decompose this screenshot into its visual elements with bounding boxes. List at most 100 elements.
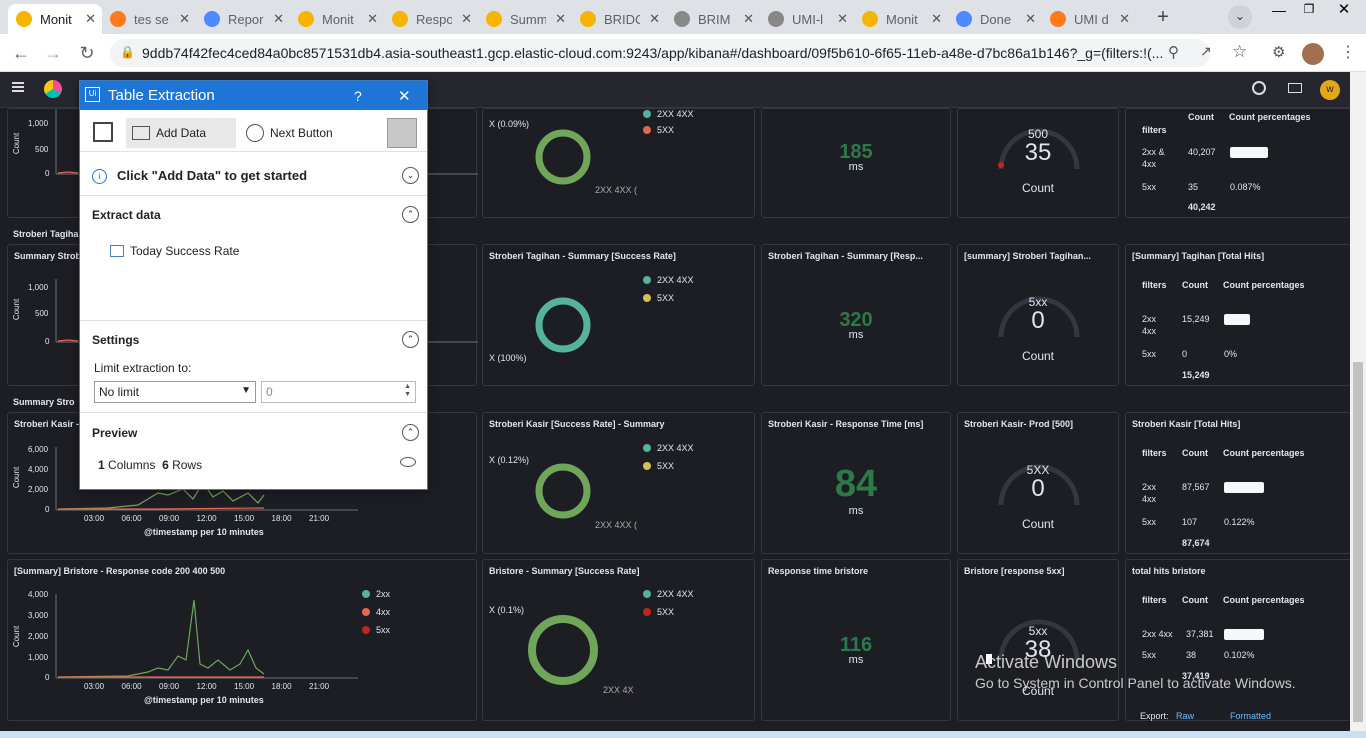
tab-title: BRIM	[698, 11, 731, 27]
kibana-logo-icon[interactable]	[44, 80, 62, 98]
tab-close-icon[interactable]: ✕	[931, 11, 942, 27]
x-tick: 12:00	[196, 514, 217, 523]
help-icon[interactable]	[1252, 81, 1266, 95]
tab-close-icon[interactable]: ✕	[367, 11, 378, 27]
tab-close-icon[interactable]: ✕	[85, 11, 96, 27]
legend-item[interactable]: 2XX 4XX	[643, 275, 694, 285]
table-header[interactable]: filters	[1142, 125, 1167, 135]
tab-close-icon[interactable]: ✕	[743, 11, 754, 27]
url-text[interactable]: 9ddb74f42fec4ced84a0bc8571531db4.asia-so…	[142, 45, 1163, 61]
browser-tab[interactable]: Respo ✕	[384, 4, 478, 34]
browser-tab[interactable]: BRIDC ✕	[572, 4, 666, 34]
section-extract-data: Extract data	[92, 208, 161, 222]
table-header[interactable]: Count percentages	[1223, 280, 1305, 290]
browser-tab[interactable]: UMI-l ✕	[760, 4, 854, 34]
extract-item[interactable]: Today Success Rate	[110, 244, 239, 258]
export-raw-link[interactable]: Raw	[1176, 711, 1194, 721]
tab-title: UMI d	[1074, 11, 1109, 27]
tab-favicon-icon	[298, 11, 314, 27]
tab-close-icon[interactable]: ✕	[273, 11, 284, 27]
forward-button[interactable]: →	[40, 41, 66, 65]
minimize-button[interactable]: —	[1264, 2, 1294, 20]
percentage-bar	[1224, 629, 1264, 640]
chevron-up-icon[interactable]: ⌃	[402, 331, 419, 348]
maximize-button[interactable]: ❐	[1294, 2, 1324, 20]
browser-tab[interactable]: UMI d ✕	[1042, 4, 1136, 34]
tab-close-icon[interactable]: ✕	[461, 11, 472, 27]
table-header[interactable]: filters	[1142, 595, 1167, 605]
table-header[interactable]: Count	[1188, 112, 1214, 122]
browser-tab[interactable]: Monit ✕	[854, 4, 948, 34]
table-header[interactable]: Count percentages	[1223, 448, 1305, 458]
table-header[interactable]: Count percentages	[1223, 595, 1305, 605]
table-total: 87,674	[1182, 538, 1210, 548]
profile-avatar[interactable]	[1302, 43, 1324, 65]
share-icon[interactable]: ↗	[1200, 43, 1212, 60]
chevron-up-icon[interactable]: ⌃	[402, 206, 419, 223]
table-header[interactable]: Count	[1182, 280, 1208, 290]
new-tab-button[interactable]: +	[1152, 6, 1174, 28]
legend-item[interactable]: 4xx	[362, 607, 390, 617]
browser-tab[interactable]: Done ✕	[948, 4, 1042, 34]
export-formatted-link[interactable]: Formatted	[1230, 711, 1271, 721]
response-time-value: 84	[834, 463, 878, 505]
close-dialog-button[interactable]: ✕	[398, 87, 411, 105]
table-header[interactable]: Count percentages	[1229, 112, 1311, 122]
tab-close-icon[interactable]: ✕	[1119, 11, 1130, 27]
legend-item[interactable]: 5XX	[643, 293, 674, 303]
extensions-icon[interactable]: ⚙	[1272, 43, 1285, 61]
tab-close-icon[interactable]: ✕	[1025, 11, 1036, 27]
mail-icon[interactable]	[1288, 83, 1302, 93]
close-window-button[interactable]: ✕	[1324, 0, 1364, 18]
browser-tab[interactable]: Monit ✕	[290, 4, 384, 34]
omnibox[interactable]: 🔒 9ddb74f42fec4ced84a0bc8571531db4.asia-…	[110, 39, 1212, 67]
page-scrollbar[interactable]	[1350, 72, 1366, 731]
table-header[interactable]: Count	[1182, 595, 1208, 605]
table-icon	[110, 245, 124, 257]
x-tick: 18:00	[271, 682, 292, 691]
limit-number-input[interactable]: 0 ▲ ▼	[261, 381, 416, 403]
legend-item[interactable]: 2XX 4XX	[643, 109, 694, 119]
refresh-icon[interactable]	[387, 118, 417, 148]
browser-tab[interactable]: BRIM ✕	[666, 4, 760, 34]
legend-item[interactable]: 5xx	[362, 625, 390, 635]
table-header[interactable]: filters	[1142, 280, 1167, 290]
browser-tab[interactable]: Monit ✕	[8, 4, 102, 34]
menu-icon[interactable]	[12, 82, 24, 92]
tab-close-icon[interactable]: ✕	[555, 11, 566, 27]
eye-icon[interactable]	[400, 457, 416, 467]
bookmark-star-icon[interactable]: ☆	[1232, 42, 1247, 62]
legend-item[interactable]: 2XX 4XX	[643, 443, 694, 453]
table-cell: 15,249	[1182, 314, 1210, 324]
y-tick: 0	[45, 169, 50, 178]
tab-close-icon[interactable]: ✕	[649, 11, 660, 27]
scrollbar-thumb[interactable]	[1353, 362, 1363, 722]
browser-tab[interactable]: Summ ✕	[478, 4, 572, 34]
stepper-icon[interactable]: ▲ ▼	[404, 383, 411, 399]
y-tick: 0	[45, 673, 50, 682]
user-avatar[interactable]: w	[1320, 80, 1340, 100]
back-button[interactable]: ←	[8, 41, 34, 65]
help-button[interactable]: ?	[354, 88, 362, 104]
legend-item[interactable]: 5XX	[643, 461, 674, 471]
chevron-up-icon[interactable]: ⌃	[402, 424, 419, 441]
legend-item[interactable]: 5XX	[643, 607, 674, 617]
reload-button[interactable]: ↻	[74, 41, 100, 65]
limit-select[interactable]: No limit ▼	[94, 381, 256, 403]
tab-search-icon[interactable]: ⌄	[1228, 5, 1252, 29]
legend-item[interactable]: 2XX 4XX	[643, 589, 694, 599]
browser-tab[interactable]: tes se ✕	[102, 4, 196, 34]
save-icon[interactable]	[93, 122, 113, 142]
chevron-down-icon[interactable]: ⌄	[402, 167, 419, 184]
table-header[interactable]: filters	[1142, 448, 1167, 458]
next-button-button[interactable]: Next Button	[246, 118, 346, 148]
add-data-button[interactable]: Add Data	[126, 118, 236, 148]
table-header[interactable]: Count	[1182, 448, 1208, 458]
tab-close-icon[interactable]: ✕	[837, 11, 848, 27]
legend-item[interactable]: 2xx	[362, 589, 390, 599]
browser-menu-icon[interactable]: ⋮	[1340, 42, 1356, 62]
zoom-icon[interactable]: ⚲	[1168, 43, 1179, 61]
tab-close-icon[interactable]: ✕	[179, 11, 190, 27]
legend-item[interactable]: 5XX	[643, 125, 674, 135]
browser-tab[interactable]: Repor ✕	[196, 4, 290, 34]
